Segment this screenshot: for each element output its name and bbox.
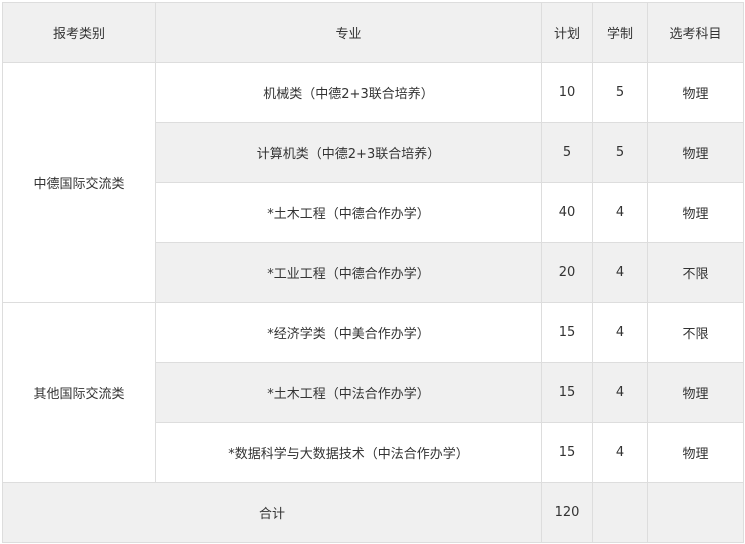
subject-cell: 物理 — [647, 422, 744, 483]
plan-cell: 15 — [541, 422, 593, 483]
major-cell: 机械类（中德2+3联合培养） — [155, 62, 542, 123]
table-row: 中德国际交流类 机械类（中德2+3联合培养） 10 5 物理 — [2, 62, 744, 303]
category-cell: 中德国际交流类 — [2, 62, 156, 303]
duration-cell: 4 — [592, 242, 648, 303]
duration-cell: 4 — [592, 302, 648, 363]
plan-cell: 40 — [541, 182, 593, 243]
header-duration: 学制 — [592, 2, 648, 63]
major-cell: *土木工程（中德合作办学） — [155, 182, 542, 243]
major-cell: *工业工程（中德合作办学） — [155, 242, 542, 303]
header-row: 报考类别 专业 计划 学制 选考科目 — [2, 2, 744, 63]
major-cell: *数据科学与大数据技术（中法合作办学） — [155, 422, 542, 483]
major-cell: 计算机类（中德2+3联合培养） — [155, 122, 542, 183]
subject-cell: 物理 — [647, 182, 744, 243]
major-cell: *土木工程（中法合作办学） — [155, 362, 542, 423]
header-major: 专业 — [155, 2, 542, 63]
plan-cell: 10 — [541, 62, 593, 123]
table-row: 其他国际交流类 *经济学类（中美合作办学） 15 4 不限 — [2, 302, 744, 483]
subject-cell: 物理 — [647, 122, 744, 183]
plan-cell: 15 — [541, 302, 593, 363]
total-subject — [647, 482, 744, 543]
total-plan: 120 — [541, 482, 593, 543]
duration-cell: 5 — [592, 122, 648, 183]
subject-cell: 物理 — [647, 362, 744, 423]
subject-cell: 物理 — [647, 62, 744, 123]
header-category: 报考类别 — [2, 2, 156, 63]
enrollment-table: 报考类别 专业 计划 学制 选考科目 中德国际交流类 机械类（中德2+3联合培养… — [2, 2, 744, 543]
major-cell: *经济学类（中美合作办学） — [155, 302, 542, 363]
category-cell: 其他国际交流类 — [2, 302, 156, 483]
subject-cell: 不限 — [647, 302, 744, 363]
total-duration — [592, 482, 648, 543]
plan-cell: 15 — [541, 362, 593, 423]
plan-cell: 5 — [541, 122, 593, 183]
duration-cell: 4 — [592, 182, 648, 243]
duration-cell: 4 — [592, 422, 648, 483]
total-label: 合计 — [2, 482, 542, 543]
header-plan: 计划 — [541, 2, 593, 63]
total-row: 合计 120 — [2, 482, 744, 543]
duration-cell: 5 — [592, 62, 648, 123]
header-subject: 选考科目 — [647, 2, 744, 63]
plan-cell: 20 — [541, 242, 593, 303]
subject-cell: 不限 — [647, 242, 744, 303]
duration-cell: 4 — [592, 362, 648, 423]
